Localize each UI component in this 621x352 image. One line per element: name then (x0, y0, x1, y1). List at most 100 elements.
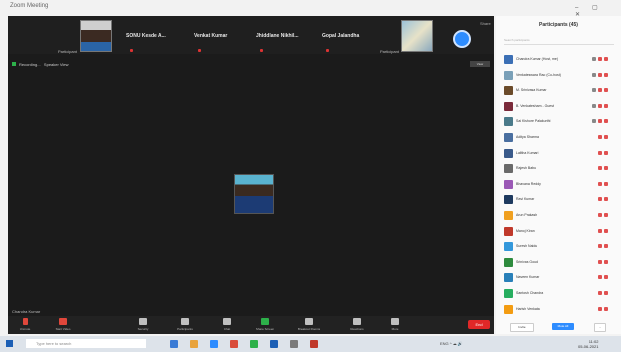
avatar-button[interactable] (453, 30, 471, 48)
video-off-icon[interactable] (604, 306, 608, 311)
breakout-rooms-button[interactable]: Breakout Rooms (294, 318, 324, 331)
participant-name: Srinivas Goud (516, 259, 538, 264)
taskbar-app-icon[interactable] (170, 340, 178, 348)
video-off-icon[interactable] (604, 150, 608, 155)
taskbar-clock[interactable]: 11:02 05-06-2021 (578, 339, 598, 349)
muted-mic-icon[interactable] (598, 166, 602, 171)
view-button[interactable]: View (470, 61, 490, 67)
mute-all-button[interactable]: Mute All (552, 323, 574, 330)
participants-button[interactable]: Participants (170, 318, 200, 331)
video-off-icon[interactable] (604, 275, 608, 280)
muted-mic-icon[interactable] (598, 134, 602, 139)
muted-mic-icon[interactable] (598, 88, 602, 93)
muted-mic-icon[interactable] (598, 197, 602, 202)
participant-name: Lalitha Kumari (516, 150, 539, 155)
muted-mic-icon[interactable] (598, 306, 602, 311)
participant-row[interactable]: Srinivas Goud (496, 255, 621, 271)
taskbar-app-icon[interactable] (250, 340, 258, 348)
video-off-icon[interactable] (604, 181, 608, 186)
taskbar-app-icon[interactable] (310, 340, 318, 348)
muted-mic-icon[interactable] (598, 119, 602, 124)
muted-mic-icon[interactable] (598, 290, 602, 295)
muted-mic-icon[interactable] (598, 275, 602, 280)
unmute-button[interactable]: Unmute (10, 318, 40, 331)
participant-row[interactable]: Sai Kishore Palakurthi (496, 114, 621, 130)
video-off-icon[interactable] (604, 119, 608, 124)
muted-mic-icon[interactable] (598, 244, 602, 249)
panel-more-button[interactable]: ... (594, 323, 606, 332)
muted-mic-icon[interactable] (598, 103, 602, 108)
participant-row[interactable]: Lalitha Kumari (496, 146, 621, 162)
muted-mic-icon (198, 49, 201, 52)
participant-thumbnail-right[interactable] (401, 20, 433, 52)
shield-icon (139, 318, 147, 325)
participant-name: B. Venkatesham - Guest (516, 103, 554, 108)
participants-label: Participants (177, 327, 193, 331)
gallery-tile-name[interactable]: SONU Kesde A... (126, 33, 166, 39)
video-off-icon[interactable] (604, 134, 608, 139)
participant-search-input[interactable]: Search participants (504, 38, 614, 45)
video-off-icon[interactable] (604, 212, 608, 217)
muted-mic-icon[interactable] (598, 181, 602, 186)
muted-mic-icon[interactable] (598, 212, 602, 217)
gallery-tile-name[interactable]: Gopal Jalandha (322, 33, 359, 39)
taskbar-app-icon[interactable] (270, 340, 278, 348)
video-off-icon[interactable] (604, 88, 608, 93)
participant-name: Manoj Kiran (516, 228, 535, 233)
taskbar-app-icon[interactable] (230, 340, 238, 348)
avatar (504, 288, 513, 298)
system-tray[interactable]: ENG ^ ☁ 🔊 (440, 341, 463, 346)
participant-row[interactable]: Bhavana Reddy (496, 177, 621, 193)
video-off-icon[interactable] (604, 57, 608, 61)
start-video-button[interactable]: Start Video (48, 318, 78, 331)
video-off-icon[interactable] (604, 103, 608, 108)
panel-title: Participants (45) (539, 22, 578, 28)
taskbar-search-input[interactable]: Type here to search (26, 339, 146, 348)
share-screen-button[interactable]: Share Screen (250, 318, 280, 331)
participant-list: Chandra Kumar (Host, me) Venkateswara Rao… (496, 52, 621, 317)
video-off-icon[interactable] (604, 72, 608, 77)
end-meeting-button[interactable]: End (468, 320, 490, 329)
participant-row[interactable]: Harish Venkata (496, 302, 621, 318)
participant-row[interactable]: Santosh Chandra (496, 286, 621, 302)
gallery-tile-name[interactable]: Jhiddlane Nikhil... (256, 33, 299, 39)
video-off-icon[interactable] (604, 166, 608, 171)
participant-row[interactable]: Venkateswara Rao (Co-host) (496, 68, 621, 84)
video-off-icon[interactable] (604, 290, 608, 295)
speaker-view-label[interactable]: Speaker View (44, 62, 69, 67)
muted-mic-icon[interactable] (598, 228, 602, 233)
taskbar-app-icon[interactable] (210, 340, 218, 348)
more-button[interactable]: More (380, 318, 410, 331)
participant-row[interactable]: Naveen Kumar (496, 270, 621, 286)
meeting-area: Participant SONU Kesde A... Venkat Kumar… (8, 16, 494, 334)
participant-row[interactable]: Ravi Kumar (496, 192, 621, 208)
participant-row[interactable]: Chandra Kumar (Host, me) (496, 52, 621, 68)
taskbar-app-icon[interactable] (290, 340, 298, 348)
video-off-icon[interactable] (604, 259, 608, 264)
muted-mic-icon[interactable] (598, 259, 602, 264)
participant-row[interactable]: B. Venkatesham - Guest (496, 99, 621, 115)
participant-name: Sai Kishore Palakurthi (516, 119, 551, 124)
video-off-icon[interactable] (604, 197, 608, 202)
video-off-icon[interactable] (604, 244, 608, 249)
participant-row[interactable]: Rajesh Babu (496, 161, 621, 177)
security-button[interactable]: Security (128, 318, 158, 331)
gallery-tile-name[interactable]: Venkat Kumar (194, 33, 227, 39)
invite-button[interactable]: Invite (510, 323, 534, 332)
avatar (504, 242, 513, 252)
participant-row[interactable]: Manoj Kiran (496, 224, 621, 240)
muted-mic-icon[interactable] (598, 57, 602, 61)
muted-mic-icon[interactable] (598, 150, 602, 155)
muted-mic-icon[interactable] (598, 72, 602, 77)
participant-row[interactable]: Aditya Sharma (496, 130, 621, 146)
participant-row[interactable]: Suresh Naidu (496, 239, 621, 255)
participant-thumbnail-left[interactable] (80, 20, 112, 52)
avatar (504, 164, 513, 174)
windows-start-icon[interactable] (6, 340, 13, 347)
reactions-button[interactable]: Reactions (342, 318, 372, 331)
taskbar-app-icon[interactable] (190, 340, 198, 348)
chat-button[interactable]: Chat (212, 318, 242, 331)
video-off-icon[interactable] (604, 228, 608, 233)
participant-row[interactable]: Arun Prakash (496, 208, 621, 224)
participant-row[interactable]: M. Srinivasa Kumar (496, 83, 621, 99)
